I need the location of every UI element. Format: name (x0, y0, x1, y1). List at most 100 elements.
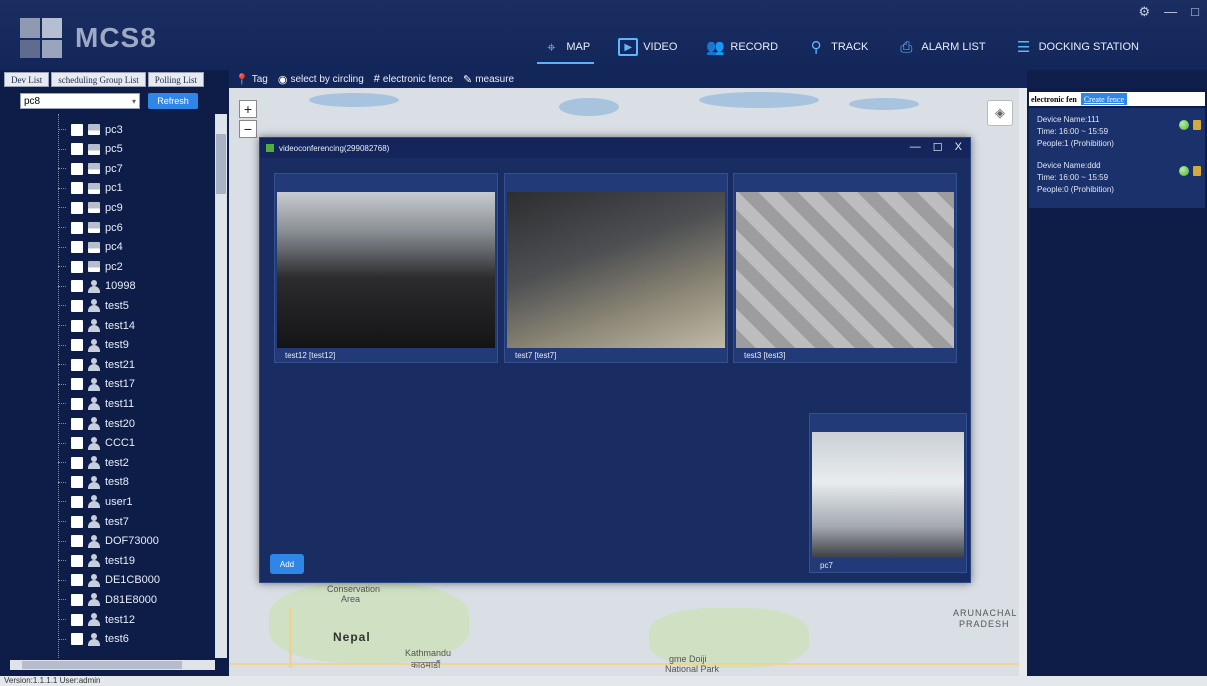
tree-scrollbar[interactable] (215, 114, 227, 658)
add-button[interactable]: Add (270, 554, 304, 574)
tree-item[interactable]: test8 (58, 473, 129, 492)
tree-horizontal-scroll-thumb[interactable] (22, 661, 182, 669)
nav-video[interactable]: ▶ VIDEO (614, 34, 681, 60)
tree-scroll-thumb[interactable] (216, 134, 226, 194)
tree-item[interactable]: test9 (58, 336, 129, 355)
tree-item-checkbox[interactable] (71, 535, 83, 548)
tree-item[interactable]: test11 (58, 394, 134, 413)
tree-item-checkbox[interactable] (71, 397, 83, 410)
zoom-out-button[interactable]: − (239, 120, 257, 138)
fence-header: electronic fen Create fence (1029, 92, 1205, 106)
tool-select-by-circling[interactable]: ◉ select by circling (278, 73, 364, 86)
tree-item-checkbox[interactable] (71, 574, 83, 587)
map-pin-icon: ⌖ (547, 38, 556, 56)
nav-map[interactable]: ⌖ MAP (537, 34, 595, 64)
minimize-icon[interactable]: — (1164, 4, 1177, 20)
zoom-in-button[interactable]: + (239, 100, 257, 118)
tree-item-checkbox[interactable] (71, 417, 83, 430)
tree-item-checkbox[interactable] (71, 495, 83, 508)
tree-item-checkbox[interactable] (71, 476, 83, 489)
tree-item-checkbox[interactable] (71, 260, 83, 273)
dialog-maximize-button[interactable]: ☐ (933, 141, 943, 154)
user-icon (88, 475, 100, 489)
tree-item-checkbox[interactable] (71, 456, 83, 469)
video-tile[interactable]: test3 [test3] (733, 173, 957, 363)
tree-item-checkbox[interactable] (71, 123, 83, 136)
tree-item[interactable]: pc2 (58, 257, 123, 276)
maximize-icon[interactable]: □ (1191, 4, 1199, 20)
dialog-titlebar[interactable]: videoconferencing(299082768) (260, 138, 970, 158)
tree-item-checkbox[interactable] (71, 299, 83, 312)
fence-entry[interactable]: Device Name:ddd Time: 16:00 ~ 15:59 Peop… (1037, 160, 1114, 196)
device-filter-select[interactable]: pc8 ▾ (20, 93, 140, 109)
tree-item[interactable]: pc4 (58, 238, 123, 257)
globe-icon[interactable] (1179, 120, 1189, 130)
tool-electronic-fence[interactable]: # electronic fence (374, 73, 453, 85)
tree-item-checkbox[interactable] (71, 201, 83, 214)
tool-tag-label: Tag (251, 73, 268, 85)
tree-item-checkbox[interactable] (71, 554, 83, 567)
tree-item[interactable]: test12 (58, 610, 135, 629)
nav-track[interactable]: ⚲ TRACK (802, 34, 872, 60)
tree-item[interactable]: test19 (58, 551, 135, 570)
tree-item[interactable]: D81E8000 (58, 590, 157, 609)
nav-docking-station[interactable]: ☰ DOCKING STATION (1010, 34, 1143, 60)
tab-scheduling-group-list[interactable]: scheduling Group List (51, 72, 146, 87)
tree-item[interactable]: pc6 (58, 218, 123, 237)
tree-item[interactable]: user1 (58, 492, 133, 511)
create-fence-button[interactable]: Create fence (1080, 93, 1128, 105)
dialog-close-button[interactable]: X (955, 141, 962, 154)
map-scrollbar[interactable] (1019, 88, 1027, 676)
refresh-button[interactable]: Refresh (148, 93, 198, 109)
tree-item-checkbox[interactable] (71, 182, 83, 195)
tree-item-checkbox[interactable] (71, 280, 83, 293)
trash-icon[interactable] (1193, 120, 1201, 130)
tree-item[interactable]: pc1 (58, 179, 123, 198)
tree-item[interactable]: pc5 (58, 140, 123, 159)
tree-item[interactable]: test17 (58, 375, 135, 394)
tree-item[interactable]: test20 (58, 414, 135, 433)
tree-item-checkbox[interactable] (71, 515, 83, 528)
tree-item-checkbox[interactable] (71, 358, 83, 371)
tree-item-checkbox[interactable] (71, 143, 83, 156)
tree-item[interactable]: 10998 (58, 277, 136, 296)
tree-item[interactable]: test2 (58, 453, 129, 472)
trash-icon[interactable] (1193, 166, 1201, 176)
tree-item-checkbox[interactable] (71, 593, 83, 606)
tree-item-checkbox[interactable] (71, 378, 83, 391)
tree-item[interactable]: DOF73000 (58, 532, 159, 551)
tab-polling-list[interactable]: Polling List (147, 72, 205, 87)
tab-dev-list[interactable]: Dev List (4, 72, 50, 87)
nav-record[interactable]: 👥 RECORD (701, 34, 782, 60)
video-tile[interactable]: test12 [test12] (274, 173, 498, 363)
tree-item[interactable]: pc3 (58, 120, 123, 139)
tree-item-checkbox[interactable] (71, 319, 83, 332)
video-tile[interactable]: test7 [test7] (504, 173, 728, 363)
tree-item[interactable]: test6 (58, 630, 129, 649)
tool-tag[interactable]: 📍 Tag (235, 73, 268, 86)
tree-item[interactable]: CCC1 (58, 434, 135, 453)
nav-alarm-list[interactable]: ⎙ ALARM LIST (892, 34, 989, 60)
tree-item[interactable]: test7 (58, 512, 129, 531)
tree-item-checkbox[interactable] (71, 241, 83, 254)
tree-item[interactable]: DE1CB000 (58, 571, 160, 590)
layers-button[interactable]: ◈ (987, 100, 1013, 126)
tree-item-checkbox[interactable] (71, 437, 83, 450)
tree-item-checkbox[interactable] (71, 221, 83, 234)
tree-item[interactable]: test14 (58, 316, 135, 335)
tree-item-checkbox[interactable] (71, 339, 83, 352)
globe-icon[interactable] (1179, 166, 1189, 176)
tool-measure[interactable]: ✎ measure (463, 73, 514, 86)
tree-item-checkbox[interactable] (71, 613, 83, 626)
tree-item-checkbox[interactable] (71, 633, 83, 646)
settings-icon[interactable]: ⚙ (1138, 4, 1150, 20)
fence-entry[interactable]: Device Name:111 Time: 16:00 ~ 15:59 Peop… (1037, 114, 1114, 150)
tree-item[interactable]: test5 (58, 296, 129, 315)
tree-horizontal-scrollbar[interactable] (10, 660, 215, 670)
video-tile-local[interactable]: pc7 (809, 413, 967, 573)
dialog-minimize-button[interactable]: — (910, 141, 921, 154)
tree-item[interactable]: test21 (58, 355, 135, 374)
tree-item[interactable]: pc9 (58, 198, 123, 217)
tree-item-checkbox[interactable] (71, 162, 83, 175)
tree-item[interactable]: pc7 (58, 159, 123, 178)
